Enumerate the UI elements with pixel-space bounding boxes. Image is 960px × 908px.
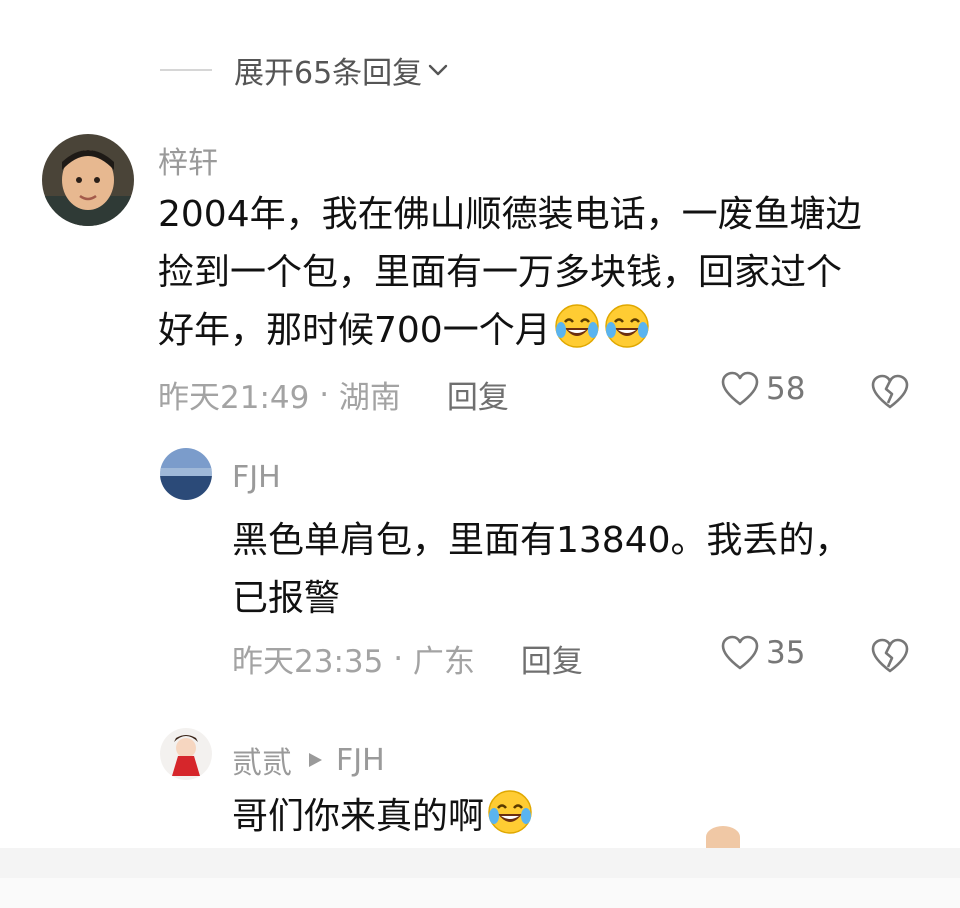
reply-username[interactable]: 贰贰	[232, 738, 292, 782]
reply-target-username[interactable]: FJH	[336, 743, 385, 778]
laugh-cry-emoji	[604, 304, 649, 348]
heart-icon	[721, 371, 759, 406]
comment-line: 捡到一个包，里面有一万多块钱，回家过个	[158, 252, 843, 293]
avatar[interactable]	[160, 728, 212, 780]
reply-line: 已报警	[232, 578, 341, 619]
cropped-avatar-fragment	[706, 826, 740, 848]
avatar[interactable]	[160, 448, 212, 500]
expand-replies-button[interactable]: 展开65条回复	[160, 48, 450, 92]
reply-button[interactable]: 回复	[521, 636, 583, 681]
bottom-divider	[0, 848, 960, 878]
like-button[interactable]: 35	[720, 634, 805, 672]
reply-button[interactable]: 回复	[447, 372, 509, 417]
broken-heart-icon[interactable]	[870, 373, 910, 411]
reply-header: 贰贰 FJH	[232, 738, 385, 782]
comment-time: 昨天21:49	[158, 380, 310, 416]
laugh-cry-emoji	[554, 304, 599, 348]
comment-line-text: 好年，那时候700一个月	[158, 310, 551, 351]
reply-location: 广东	[412, 644, 475, 680]
reply-time: 昨天23:35	[232, 644, 384, 680]
reply-text: 哥们你来真的啊	[232, 788, 534, 846]
comment-username[interactable]: 梓轩	[158, 138, 218, 182]
avatar-photo	[160, 448, 212, 500]
broken-heart-icon[interactable]	[870, 637, 910, 675]
reply-line: 黑色单肩包，里面有13840。我丢的，	[232, 520, 851, 561]
comment-line: 2004年，我在佛山顺德装电话，一废鱼塘边	[158, 194, 862, 235]
divider-line	[160, 69, 212, 71]
reply-text: 黑色单肩包，里面有13840。我丢的， 已报警	[232, 512, 851, 628]
like-count: 35	[766, 635, 806, 671]
like-button[interactable]: 58	[720, 370, 805, 408]
comment-line: 好年，那时候700一个月	[158, 302, 862, 360]
play-arrow-icon	[309, 753, 322, 767]
like-count: 58	[766, 371, 806, 407]
avatar-photo	[160, 728, 212, 780]
meta-separator: ·	[383, 640, 413, 677]
reply-username[interactable]: FJH	[232, 460, 281, 495]
chevron-down-icon	[428, 64, 448, 76]
expand-replies-label: 展开65条回复	[234, 56, 423, 91]
comment-meta: 昨天21:49 · 湖南 回复	[158, 372, 509, 417]
reply-meta: 昨天23:35 · 广东 回复	[232, 636, 583, 681]
reply-line: 哥们你来真的啊	[232, 796, 485, 837]
avatar[interactable]	[42, 134, 134, 226]
meta-separator: ·	[309, 376, 339, 413]
bottom-band	[0, 878, 960, 908]
comment-text: 2004年，我在佛山顺德装电话，一废鱼塘边 捡到一个包，里面有一万多块钱，回家过…	[158, 186, 862, 360]
avatar-photo	[42, 134, 134, 226]
comment-location: 湖南	[338, 380, 401, 416]
laugh-cry-emoji	[488, 790, 532, 834]
heart-icon	[721, 635, 759, 670]
